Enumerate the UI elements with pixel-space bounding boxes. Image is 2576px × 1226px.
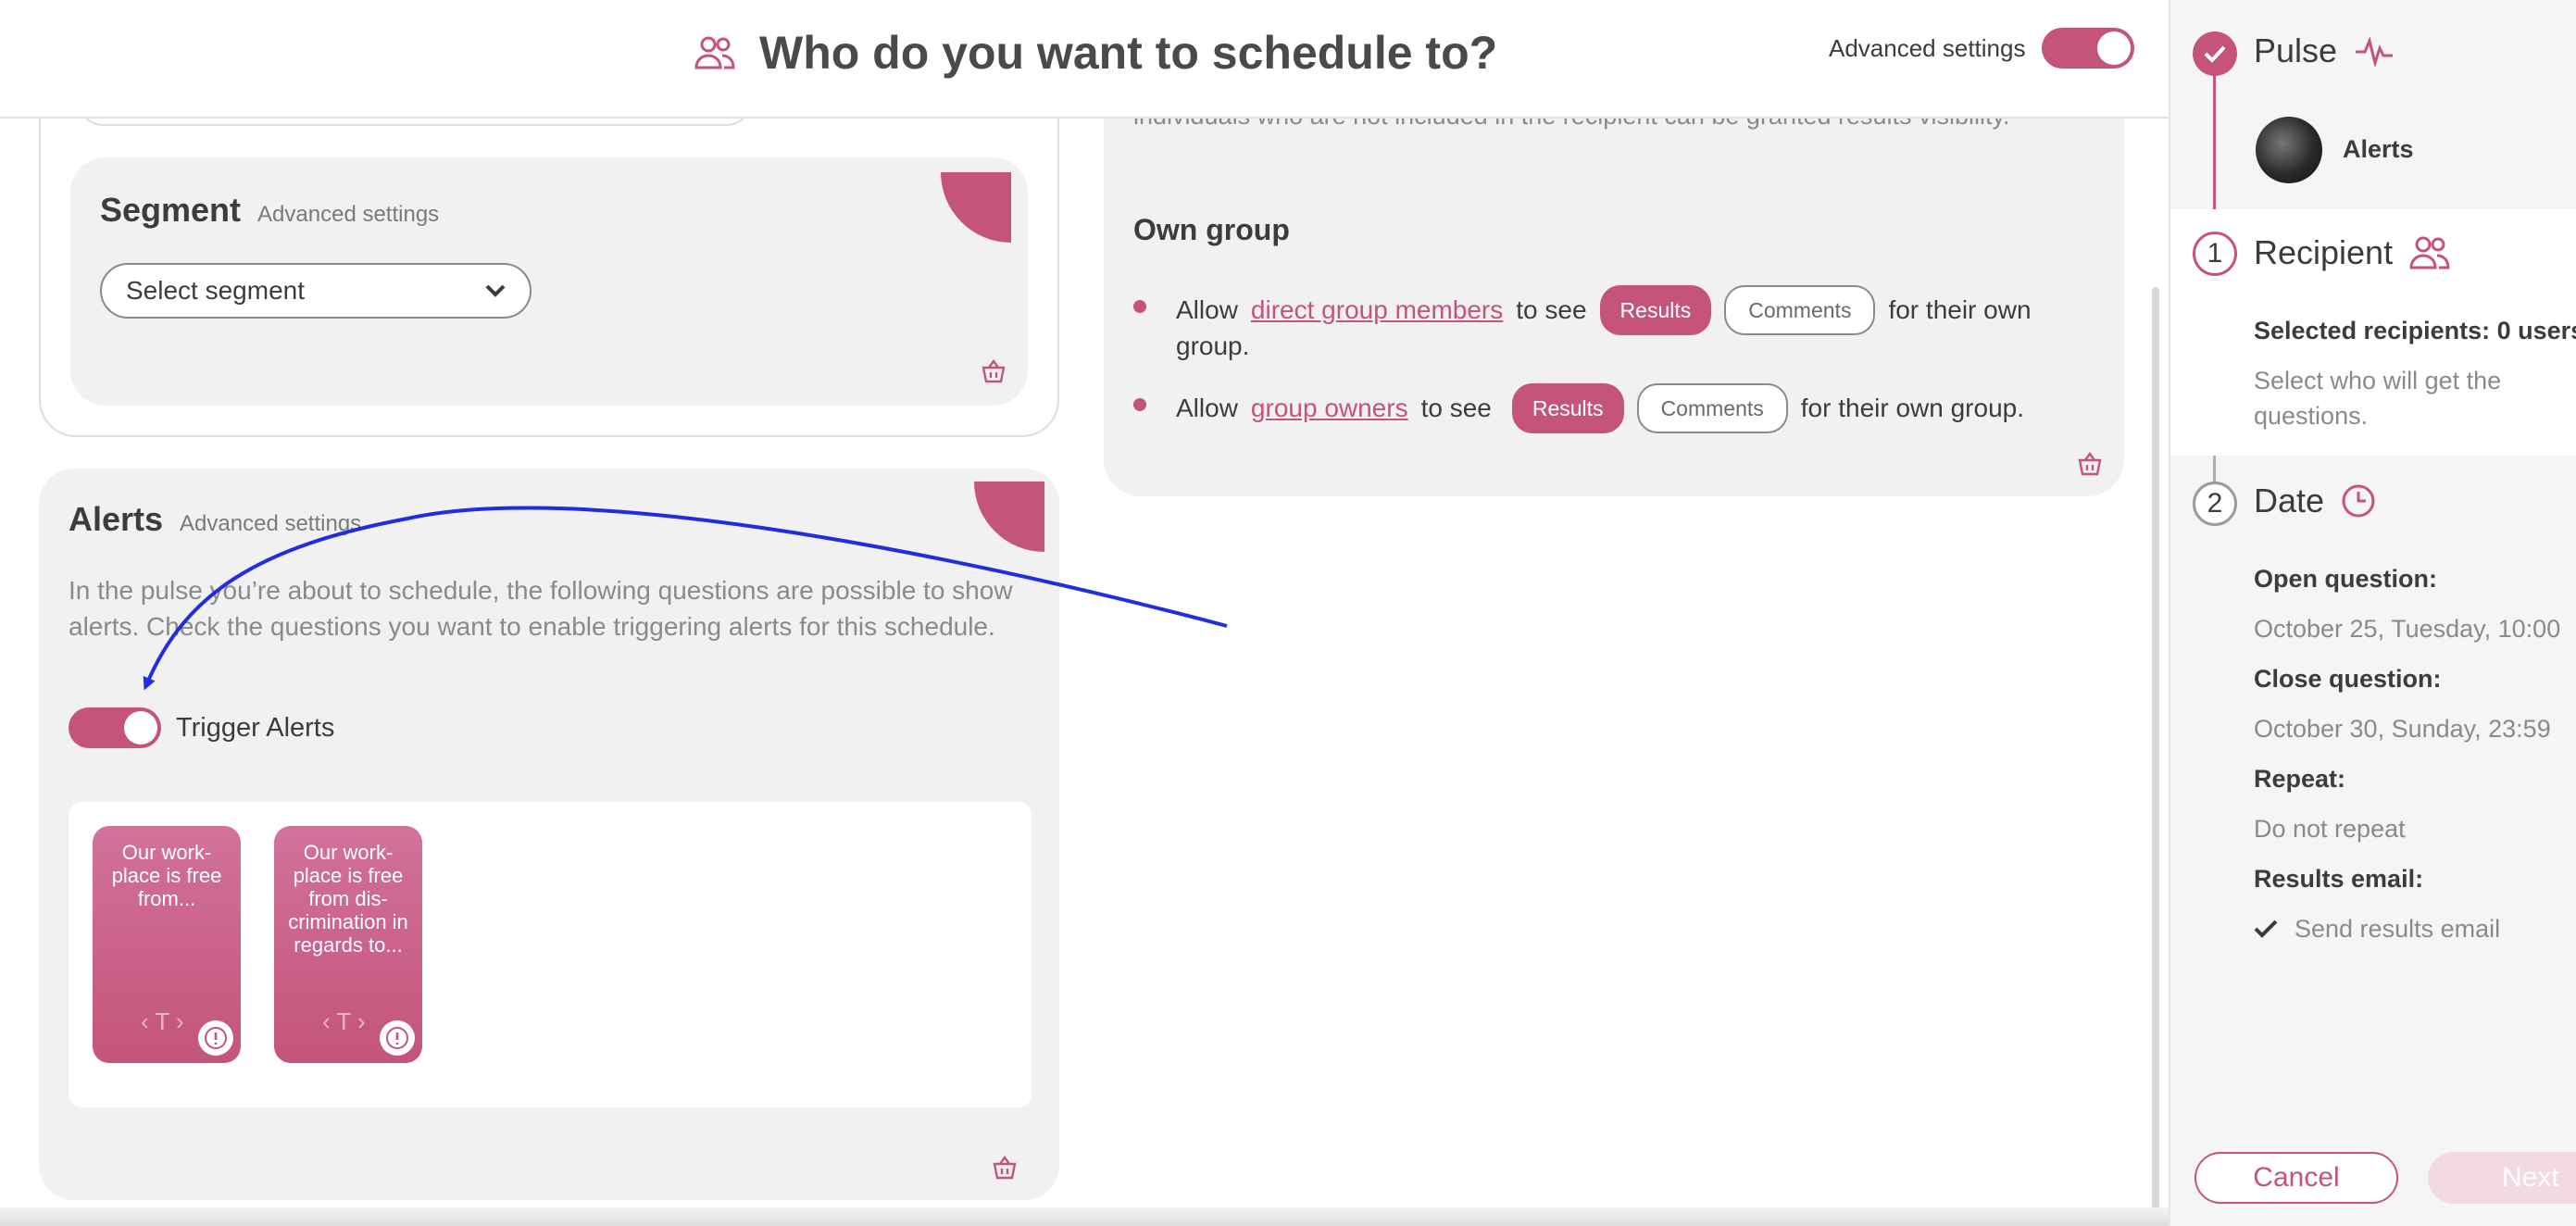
trigger-alerts-row: Trigger Alerts bbox=[69, 707, 334, 748]
basket-icon[interactable] bbox=[991, 1154, 1019, 1182]
info-icon[interactable] bbox=[198, 1020, 233, 1056]
trigger-alerts-toggle[interactable] bbox=[69, 707, 161, 748]
recipient-hint-line1: Select who will get the bbox=[2254, 367, 2502, 394]
alerts-card: Alerts Advanced settings In the pulse yo… bbox=[39, 469, 1059, 1200]
toggle-knob bbox=[2097, 31, 2132, 65]
basket-icon[interactable] bbox=[2076, 450, 2104, 478]
alerts-subtitle: Advanced settings bbox=[180, 511, 362, 536]
step-date-label: Date bbox=[2254, 482, 2325, 519]
info-icon[interactable] bbox=[380, 1020, 415, 1056]
alerts-title: Alerts bbox=[69, 500, 164, 538]
segment-select-value: Select segment bbox=[126, 276, 305, 305]
segment-subtitle: Advanced settings bbox=[257, 202, 440, 227]
comments-pill[interactable]: Comments bbox=[1724, 285, 1876, 335]
selected-recipients: Selected recipients: 0 users bbox=[2254, 317, 2576, 344]
scrollbar[interactable] bbox=[2152, 287, 2159, 1222]
check-icon bbox=[2193, 31, 2237, 76]
advanced-settings-control: Advanced settings bbox=[1829, 28, 2135, 69]
recipient-hint-line2: questions. bbox=[2254, 402, 2369, 430]
own-group-title: Own group bbox=[1133, 213, 1290, 246]
advanced-settings-toggle[interactable] bbox=[2042, 28, 2135, 69]
visibility-rule: Allow direct group members to see Result… bbox=[1133, 285, 2115, 367]
rule-suffix: for their own group. bbox=[1800, 394, 2025, 422]
results-pill[interactable]: Results bbox=[1599, 285, 1712, 335]
close-question-value: October 30, Sunday, 23:59 bbox=[2254, 715, 2551, 743]
cancel-button[interactable]: Cancel bbox=[2195, 1152, 2398, 1204]
segment-title: Segment bbox=[100, 191, 242, 229]
step-recipient-label: Recipient bbox=[2254, 233, 2394, 271]
visibility-rule: Allow group owners to see Results Commen… bbox=[1133, 383, 2115, 433]
segment-title-group: Segment Advanced settings bbox=[100, 191, 439, 230]
close-question-label: Close question: bbox=[2254, 665, 2442, 693]
corner-badge bbox=[941, 172, 1011, 243]
step-recipient[interactable]: Recipient bbox=[2254, 233, 2450, 272]
step-pulse-label: Pulse bbox=[2254, 31, 2338, 69]
alerts-description: In the pulse you’re about to schedule, t… bbox=[69, 576, 1013, 641]
questions-area: Our work-place is free from... ‹ T › Our… bbox=[69, 802, 1032, 1107]
basket-icon[interactable] bbox=[980, 357, 1007, 385]
bullet-dot bbox=[1133, 398, 1146, 411]
question-text: Our work-place is free from dis-criminat… bbox=[288, 841, 408, 957]
question-card[interactable]: Our work-place is free from... ‹ T › bbox=[93, 826, 241, 1063]
visibility-card: individuals who are not included in the … bbox=[1104, 56, 2124, 496]
bullet-dot bbox=[1133, 300, 1146, 313]
toggle-knob bbox=[124, 711, 157, 744]
alerts-title-group: Alerts Advanced settings bbox=[69, 500, 361, 539]
open-question-label: Open question: bbox=[2254, 565, 2437, 593]
repeat-value: Do not repeat bbox=[2254, 815, 2406, 843]
advanced-settings-label: Advanced settings bbox=[1829, 33, 2026, 62]
direct-group-members-link[interactable]: direct group members bbox=[1251, 290, 1503, 331]
page-title: Who do you want to schedule to? bbox=[759, 27, 1498, 79]
page-header: Who do you want to schedule to? Advanced… bbox=[0, 0, 2169, 119]
trigger-alerts-label: Trigger Alerts bbox=[176, 712, 335, 743]
people-icon bbox=[694, 36, 735, 69]
step-date[interactable]: Date bbox=[2254, 482, 2376, 520]
question-text: Our work-place is free from... bbox=[111, 841, 222, 910]
group-owners-link[interactable]: group owners bbox=[1251, 388, 1408, 429]
pulse-wave-icon bbox=[2356, 36, 2394, 67]
rule-suffix-continued: group. bbox=[1176, 332, 1250, 360]
bottom-edge bbox=[0, 1207, 2169, 1226]
segment-select[interactable]: Select segment bbox=[100, 263, 531, 319]
people-icon bbox=[2409, 236, 2450, 269]
rule-line: Allow direct group members to see Result… bbox=[1176, 285, 2032, 335]
step-pulse[interactable]: Pulse bbox=[2254, 31, 2395, 70]
rule-prefix: Allow bbox=[1176, 394, 1238, 422]
rule-line-continued: group. bbox=[1176, 326, 1249, 367]
header-title-group: Who do you want to schedule to? bbox=[694, 22, 1497, 83]
schedule-sidebar: Pulse Alerts 1 Recipient Selected recipi… bbox=[2169, 0, 2576, 1226]
results-email-value: Send results email bbox=[2295, 915, 2501, 943]
avatar bbox=[2256, 117, 2322, 183]
question-type-icon: ‹ T › bbox=[322, 1007, 366, 1035]
step-number: 2 bbox=[2193, 482, 2237, 526]
corner-badge bbox=[974, 482, 1044, 552]
next-button[interactable]: Next bbox=[2428, 1152, 2576, 1204]
checkmark-icon bbox=[2254, 920, 2278, 938]
rule-mid: to see bbox=[1516, 295, 1587, 324]
comments-pill[interactable]: Comments bbox=[1636, 383, 1788, 433]
pulse-name: Alerts bbox=[2343, 135, 2414, 163]
rule-line: Allow group owners to see Results Commen… bbox=[1176, 383, 2024, 433]
step-number: 1 bbox=[2193, 231, 2237, 276]
segment-card: Segment Advanced settings Select segment bbox=[70, 157, 1028, 406]
question-card[interactable]: Our work-place is free from dis-criminat… bbox=[274, 826, 422, 1063]
repeat-label: Repeat: bbox=[2254, 765, 2346, 793]
question-type-icon: ‹ T › bbox=[141, 1007, 184, 1035]
results-pill[interactable]: Results bbox=[1511, 383, 1624, 433]
open-question-value: October 25, Tuesday, 10:00 bbox=[2254, 615, 2561, 643]
rule-prefix: Allow bbox=[1176, 295, 1238, 324]
rule-mid: to see bbox=[1420, 394, 1492, 422]
clock-icon bbox=[2342, 484, 2375, 518]
chevron-down-icon bbox=[485, 284, 506, 297]
results-email-label: Results email: bbox=[2254, 865, 2424, 893]
rule-suffix: for their own bbox=[1888, 295, 2032, 324]
